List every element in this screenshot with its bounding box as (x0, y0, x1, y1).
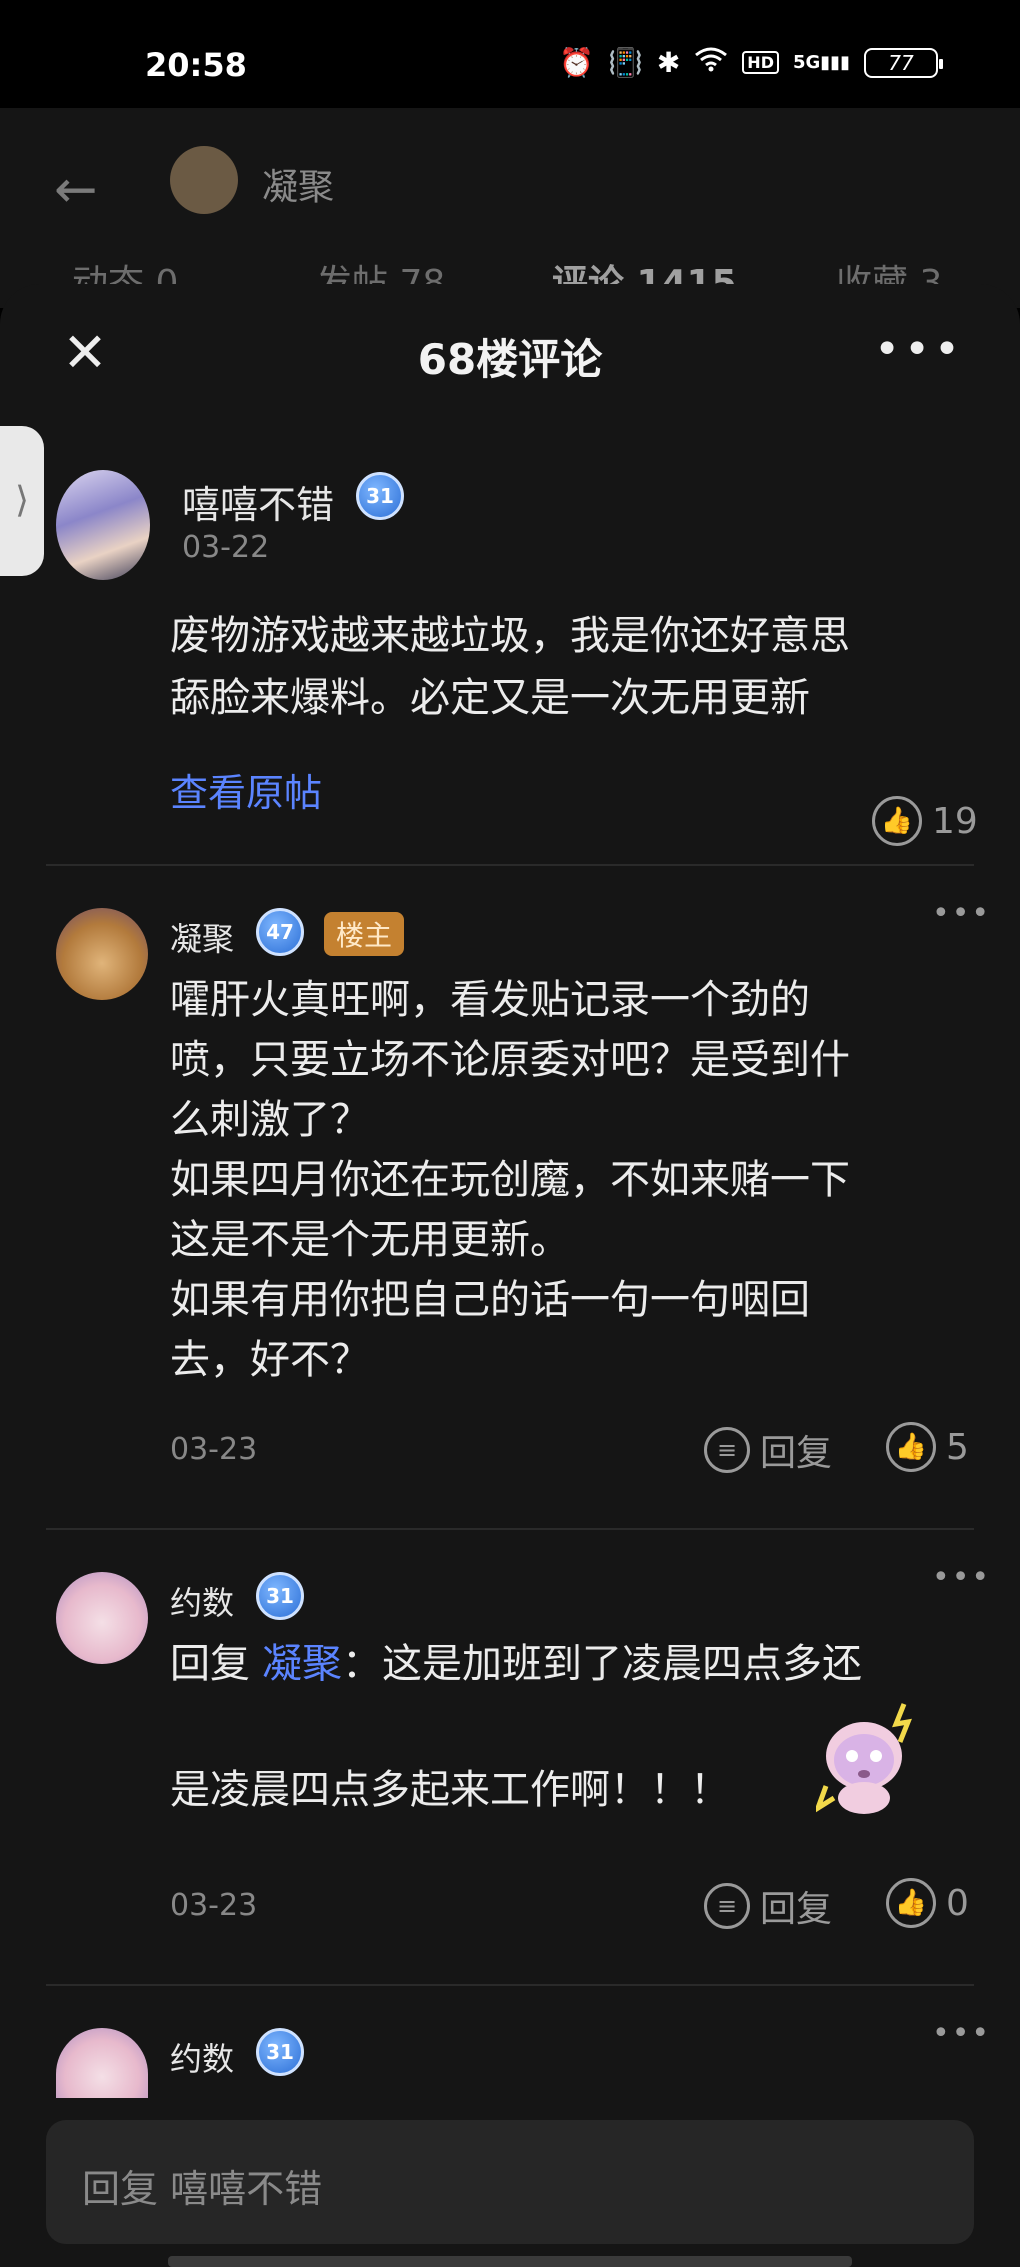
reply-input-placeholder: 回复 嘻嘻不错 (82, 2167, 323, 2211)
like-icon: 👍 (872, 796, 922, 846)
profile-header: ← 凝聚 动态 0 发帖 78 评论 1415 收藏 3 (0, 108, 1020, 308)
level-number: 47 (266, 920, 294, 944)
back-arrow-icon[interactable]: ← (54, 160, 98, 220)
avatar[interactable] (56, 908, 148, 1000)
reply-button[interactable]: ≡ 回复 (704, 1424, 832, 1476)
level-number: 31 (366, 484, 394, 508)
level-number: 31 (266, 2040, 294, 2064)
alarm-icon: ⏰ (559, 46, 594, 79)
comment-text-line: 废物游戏越来越垃圾，我是你还好意思 (170, 613, 850, 659)
more-icon[interactable]: ••• (932, 896, 991, 931)
like-count: 0 (946, 1882, 969, 1924)
like-icon: 👍 (886, 1422, 936, 1472)
reply-text: ：这是加班到了凌晨四点多还 (342, 1641, 862, 1687)
level-number: 31 (266, 1584, 294, 1608)
reply-input[interactable]: 回复 嘻嘻不错 (46, 2120, 974, 2244)
more-icon[interactable]: ••• (932, 2016, 991, 2051)
reply-date: 03-23 (170, 1432, 258, 1467)
reply-label: 回复 (760, 1433, 833, 1474)
like-button[interactable]: 👍 0 (886, 1878, 969, 1928)
side-drawer-handle[interactable]: ⟩ (0, 426, 44, 576)
battery-level: 77 (888, 50, 914, 75)
reply-text-line: 如果有用你把自己的话一句一句咽回 (170, 1277, 810, 1323)
view-original-link[interactable]: 查看原帖 (170, 762, 322, 817)
comment-date: 03-22 (182, 530, 270, 565)
comment-author[interactable]: 嘻嘻不错 (182, 474, 334, 529)
level-badge: 31 (256, 2028, 304, 2076)
reply-prefix: 回复 (170, 1641, 250, 1687)
reply-author[interactable]: 约数 (170, 2034, 234, 2080)
divider (46, 1528, 974, 1530)
more-icon[interactable]: ••• (932, 1560, 991, 1595)
hd-icon: HD (742, 51, 779, 74)
wifi-icon (694, 46, 728, 79)
level-badge: 31 (356, 472, 404, 520)
comment-text-line: 舔脸来爆料。必定又是一次无用更新 (170, 675, 810, 721)
reply-text-line: 嚯肝火真旺啊，看发贴记录一个劲的 (170, 977, 810, 1023)
reply-label: 回复 (760, 1889, 833, 1930)
home-indicator (168, 2256, 852, 2267)
reply-date: 03-23 (170, 1888, 258, 1923)
avatar[interactable] (56, 1572, 148, 1664)
level-badge: 31 (256, 1572, 304, 1620)
profile-avatar (170, 146, 238, 214)
reply-button[interactable]: ≡ 回复 (704, 1880, 832, 1932)
like-button[interactable]: 👍 5 (886, 1422, 969, 1472)
avatar[interactable] (56, 470, 150, 580)
signal-icon: 5G▮▮▮ (792, 52, 850, 73)
profile-name: 凝聚 (262, 167, 335, 208)
reply-text-line: 喷，只要立场不论原委对吧？是受到什 (170, 1037, 850, 1083)
reply-author[interactable]: 凝聚 (170, 914, 234, 960)
like-button[interactable]: 👍 19 (872, 796, 978, 846)
sheet-title: 68楼评论 (417, 335, 603, 384)
reply-to-user-link[interactable]: 凝聚 (262, 1641, 342, 1687)
level-badge: 47 (256, 908, 304, 956)
divider (46, 1984, 974, 1986)
divider (46, 864, 974, 866)
more-icon[interactable]: ••• (874, 324, 964, 375)
reply-text-line: 回复 凝聚：这是加班到了凌晨四点多还 (170, 1634, 862, 1694)
battery-icon: 77 (864, 47, 943, 78)
status-icons: ⏰ 📳 ✱ HD 5G▮▮▮ 77 (559, 46, 943, 79)
comment-icon: ≡ (704, 1427, 750, 1473)
network-type: 5G (792, 52, 821, 73)
avatar[interactable] (56, 2028, 148, 2098)
reply-text-line: 如果四月你还在玩创魔，不如来赌一下 (170, 1157, 850, 1203)
like-icon: 👍 (886, 1878, 936, 1928)
reply-text-line: 是凌晨四点多起来工作啊！！！ (170, 1767, 730, 1813)
reply-text-line: 去，好不？ (170, 1337, 370, 1383)
status-bar: 20:58 ⏰ 📳 ✱ HD 5G▮▮▮ 77 (0, 0, 1020, 108)
reply-author[interactable]: 约数 (170, 1578, 234, 1624)
bluetooth-icon: ✱ (656, 46, 681, 79)
status-time: 20:58 (145, 46, 247, 84)
like-count: 19 (932, 800, 978, 842)
comment-sheet: ✕ 68楼评论 ••• 嘻嘻不错 31 03-22 废物游戏越来越垃圾，我是你还… (0, 284, 1020, 2267)
reply-text-line: 么刺激了？ (170, 1097, 370, 1143)
like-count: 5 (946, 1426, 969, 1468)
reply-text-line: 这是不是个无用更新。 (170, 1217, 570, 1263)
comment-icon: ≡ (704, 1883, 750, 1929)
vibrate-icon: 📳 (607, 46, 643, 79)
owner-tag: 楼主 (324, 912, 405, 956)
sticker-image (813, 1698, 926, 1818)
